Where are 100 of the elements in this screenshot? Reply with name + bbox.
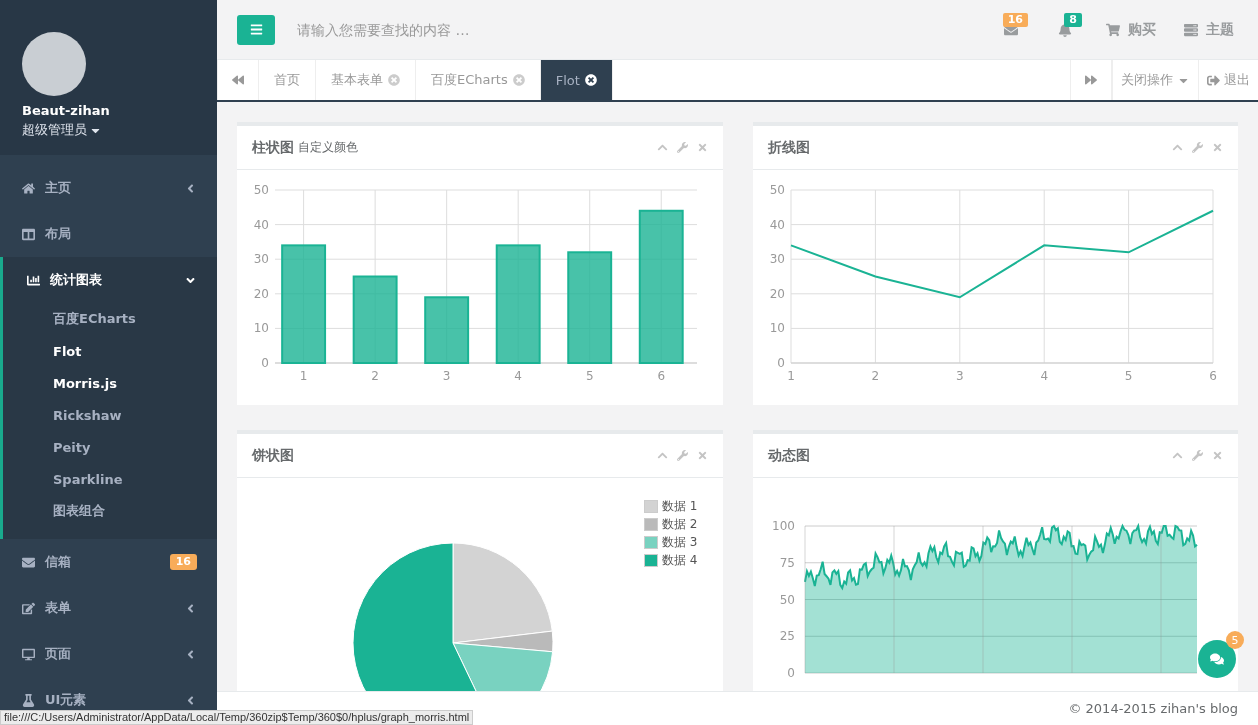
close-icon[interactable]: [584, 74, 597, 86]
legend-swatch: [644, 554, 659, 567]
count-badge: 16: [169, 554, 197, 570]
nav-label: 布局: [45, 225, 72, 243]
nav-item[interactable]: 统计图表: [0, 257, 217, 303]
axis-label: 30: [769, 252, 785, 267]
legend-label: 数据 1: [662, 498, 698, 515]
user-name: Beaut-zihan: [22, 103, 111, 118]
axis-label: 5: [1124, 369, 1132, 383]
edit-icon: [22, 601, 35, 615]
submenu-item[interactable]: 百度ECharts: [53, 303, 217, 335]
axis-label: 3: [442, 369, 451, 383]
nav-label: 信箱: [45, 553, 72, 571]
close-ops-dropdown[interactable]: 关闭操作: [1112, 60, 1198, 100]
axis-label: 6: [1208, 369, 1217, 383]
nav-item[interactable]: 页面: [0, 631, 217, 677]
wrench-icon[interactable]: [676, 450, 688, 461]
axis-label: 10: [253, 321, 269, 336]
legend-swatch: [644, 518, 659, 531]
nav-item[interactable]: 信箱 16: [0, 539, 217, 585]
cart-icon: [1106, 22, 1120, 37]
home-icon: [22, 181, 35, 195]
submenu-item[interactable]: Peity: [53, 431, 217, 463]
theme-link[interactable]: 主题: [1180, 20, 1238, 39]
logout-icon: [1207, 73, 1220, 87]
wrench-icon[interactable]: [1192, 142, 1203, 153]
legend-label: 数据 4: [662, 552, 698, 569]
nav-label: 页面: [45, 645, 72, 663]
submenu-item[interactable]: Morris.js: [53, 367, 217, 399]
wrench-icon[interactable]: [1192, 450, 1203, 461]
panel-subtitle: 自定义颜色: [298, 139, 359, 156]
rewind-icon: [232, 74, 244, 86]
axis-label: 20: [253, 286, 269, 301]
submenu-item[interactable]: Sparkline: [53, 463, 217, 495]
axis-label: 0: [786, 666, 795, 680]
axis-label: 40: [253, 217, 269, 232]
axis-label: 100: [771, 519, 795, 533]
axis-label: 5: [585, 369, 594, 383]
nav-label: 主页: [45, 179, 72, 197]
buy-link[interactable]: 购买: [1102, 20, 1160, 39]
axis-label: 50: [253, 183, 269, 197]
nav-item[interactable]: 表单: [0, 585, 217, 631]
axis-label: 50: [779, 592, 795, 607]
copyright-text: © 2014-2015 zihan's blog: [1068, 701, 1238, 716]
axis-label: 1: [786, 369, 795, 383]
nav-item[interactable]: 主页: [0, 165, 217, 211]
submenu-item[interactable]: 图表组合: [53, 495, 217, 527]
legend-swatch: [644, 500, 659, 513]
menu-icon: [249, 23, 263, 36]
nav-label: 表单: [45, 599, 72, 617]
menu-button[interactable]: [237, 14, 275, 45]
scroll-right-button[interactable]: [1070, 60, 1112, 100]
page-tab[interactable]: Flot: [540, 60, 613, 100]
collapse-icon[interactable]: [656, 142, 668, 153]
legend-swatch: [644, 536, 659, 549]
desktop-icon: [22, 647, 35, 661]
count-badge: 16: [1002, 12, 1028, 27]
axis-label: 0: [776, 356, 785, 370]
flask-icon: [22, 693, 35, 707]
envelope-icon: [22, 555, 35, 569]
list-icon: [1184, 22, 1198, 37]
axis-label: 30: [253, 252, 269, 267]
panel-title: 动态图: [767, 446, 810, 465]
axis-label: 4: [1039, 369, 1048, 383]
chat-icon: [1210, 652, 1224, 666]
link-status-tooltip: file:///C:/Users/Administrator/AppData/Local/Temp/360zip$Temp/360$0/hplus/graph_morris.html: [0, 710, 474, 725]
axis-label: 2: [371, 369, 379, 383]
axis-label: 4: [514, 369, 522, 383]
panel-title: 饼状图: [252, 446, 294, 465]
axis-label: 6: [657, 369, 666, 383]
panel-title: 折线图: [767, 138, 810, 157]
nav-item[interactable]: 布局: [0, 211, 217, 257]
legend-label: 数据 2: [662, 516, 698, 533]
submenu-item[interactable]: Rickshaw: [53, 399, 217, 431]
axis-label: 75: [779, 555, 795, 570]
panel-title: 柱状图: [252, 138, 294, 157]
axis-label: 10: [769, 321, 785, 336]
forward-icon: [1085, 74, 1097, 86]
role-dropdown[interactable]: 超级管理员: [22, 121, 217, 139]
wrench-icon[interactable]: [676, 142, 688, 153]
logout-button[interactable]: 退出: [1198, 60, 1258, 100]
axis-label: 50: [769, 183, 785, 197]
search-field[interactable]: 请输入您需要查找的内容 …: [295, 20, 974, 39]
collapse-icon[interactable]: [1172, 450, 1183, 461]
columns-icon: [22, 227, 35, 241]
axis-label: 2: [871, 369, 879, 383]
legend-label: 数据 3: [662, 534, 698, 551]
collapse-icon[interactable]: [1172, 142, 1183, 153]
axis-label: 0: [261, 356, 269, 370]
axis-label: 20: [769, 286, 785, 301]
bar: [424, 296, 470, 364]
axis-label: 1: [299, 369, 308, 383]
nav-label: 统计图表: [50, 271, 103, 289]
chart-icon: [27, 273, 40, 287]
axis-label: 25: [779, 629, 795, 644]
collapse-icon[interactable]: [656, 450, 668, 461]
count-badge: 8: [1064, 12, 1082, 27]
nav-label: UI元素: [45, 691, 88, 709]
axis-label: 40: [769, 217, 785, 232]
submenu-item[interactable]: Flot: [53, 335, 217, 367]
